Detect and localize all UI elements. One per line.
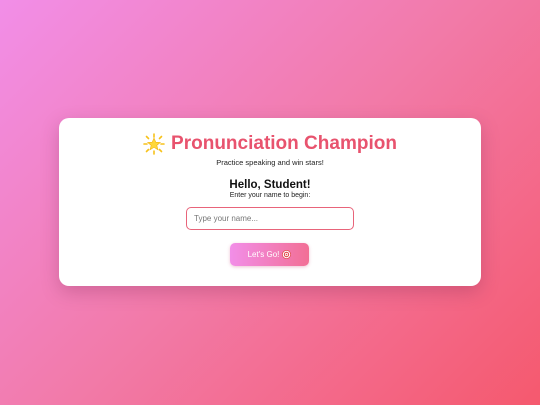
target-icon (282, 250, 292, 259)
lets-go-label: Let's Go! (247, 250, 280, 259)
title-row: Pronunciation Champion (59, 132, 481, 156)
glowing-star-icon (143, 133, 165, 155)
name-prompt: Enter your name to begin: (229, 192, 311, 199)
subtitle: Practice speaking and win stars! (216, 158, 324, 167)
lets-go-button[interactable]: Let's Go! (230, 243, 309, 266)
login-card: Pronunciation Champion Practice speaking… (59, 118, 481, 286)
greeting-heading: Hello, Student! (229, 179, 311, 191)
page-title: Pronunciation Champion (171, 133, 397, 154)
name-input[interactable] (186, 207, 354, 230)
